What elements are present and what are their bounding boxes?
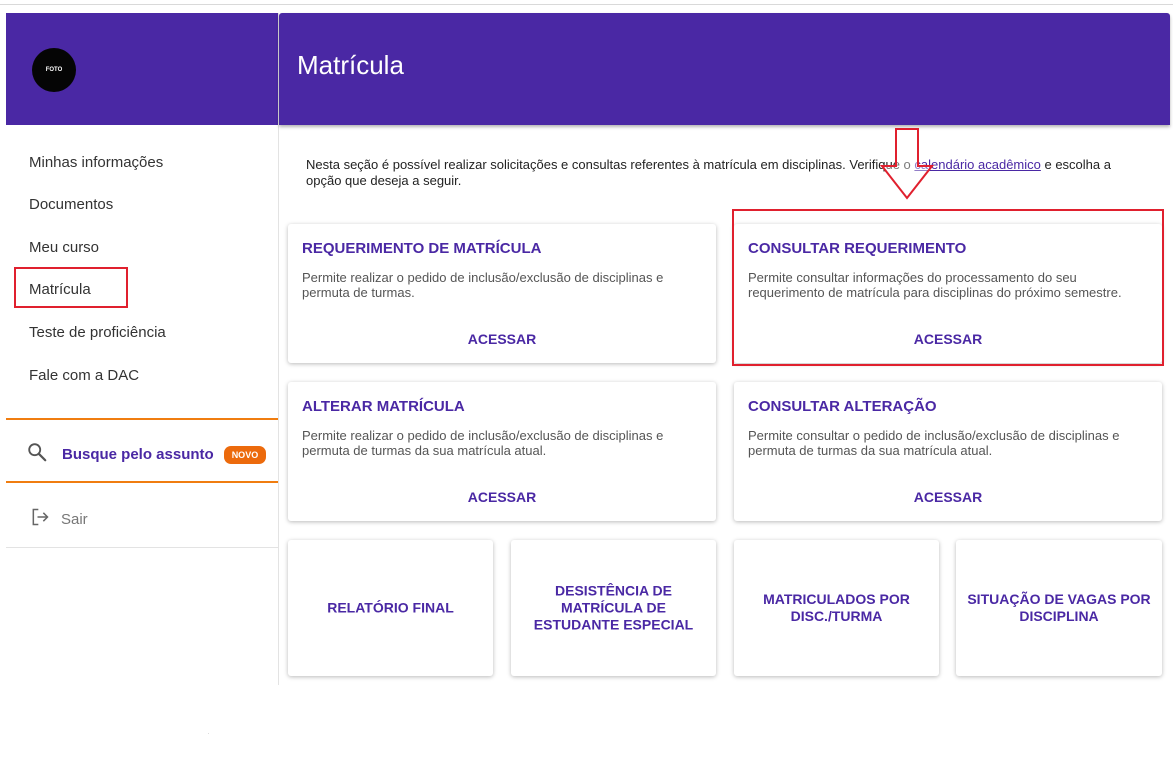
card-title: MATRICULADOS POR DISC./TURMA [763,591,910,624]
sidebar-item-meu-curso[interactable]: Meu curso [29,239,99,256]
card-title: DESISTÊNCIA DE MATRÍCULA DE ESTUDANTE ES… [533,582,694,633]
divider [6,547,278,548]
stray-mark [208,733,209,734]
annotation-highlight-matricula [14,267,128,308]
sidebar-item-minhas-informacoes[interactable]: Minhas informações [29,154,163,171]
search-by-subject-button[interactable]: Busque pelo assunto NOVO [26,441,267,468]
card-title: SITUAÇÃO DE VAGAS POR DISCIPLINA [967,591,1151,624]
card-desistencia-matricula[interactable]: DESISTÊNCIA DE MATRÍCULA DE ESTUDANTE ES… [511,540,716,676]
sidebar-item-teste-proficiencia[interactable]: Teste de proficiência [29,324,166,341]
logout-button[interactable]: Sair [30,507,88,532]
page-header: Matrícula [279,13,1170,125]
sidebar-item-fale-com-dac[interactable]: Fale com a DAC [29,367,139,384]
card-title: ALTERAR MATRÍCULA [302,398,465,415]
card-relatorio-final[interactable]: RELATÓRIO FINAL [288,540,493,676]
card-title: RELATÓRIO FINAL [327,599,454,616]
card-title: CONSULTAR ALTERAÇÃO [748,398,937,415]
sidebar: FOTO Minhas informações Documentos Meu c… [6,13,279,685]
sidebar-item-documentos[interactable]: Documentos [29,196,113,213]
new-badge: NOVO [223,445,267,464]
access-button[interactable]: ACESSAR [288,489,716,505]
search-label: Busque pelo assunto [62,446,214,463]
sidebar-header: FOTO [6,13,278,125]
page-title: Matrícula [297,50,404,80]
card-description: Permite realizar o pedido de inclusão/ex… [302,428,664,458]
card-description: Permite realizar o pedido de inclusão/ex… [302,270,664,300]
search-icon [26,441,48,468]
access-button[interactable]: ACESSAR [288,331,716,347]
card-consultar-alteracao: CONSULTAR ALTERAÇÃO Permite consultar o … [734,382,1162,521]
card-matriculados-por-disciplina[interactable]: MATRICULADOS POR DISC./TURMA [734,540,939,676]
annotation-arrow-down-icon [879,128,935,205]
card-description: Permite consultar o pedido de inclusão/e… [748,428,1120,458]
divider [6,418,278,420]
card-title: REQUERIMENTO DE MATRÍCULA [302,240,542,257]
annotation-highlight-consultar-requerimento [732,209,1164,366]
logout-label: Sair [61,511,88,528]
top-divider [0,4,1173,5]
divider [6,481,278,483]
card-situacao-vagas[interactable]: SITUAÇÃO DE VAGAS POR DISCIPLINA [956,540,1162,676]
access-button[interactable]: ACESSAR [734,489,1162,505]
avatar[interactable]: FOTO [32,48,76,92]
card-alterar-matricula: ALTERAR MATRÍCULA Permite realizar o ped… [288,382,716,521]
intro-text-before: Nesta seção é possível realizar solicita… [306,157,915,172]
card-requerimento-matricula: REQUERIMENTO DE MATRÍCULA Permite realiz… [288,224,716,363]
logout-icon [30,507,50,532]
intro-text: Nesta seção é possível realizar solicita… [306,157,1126,189]
